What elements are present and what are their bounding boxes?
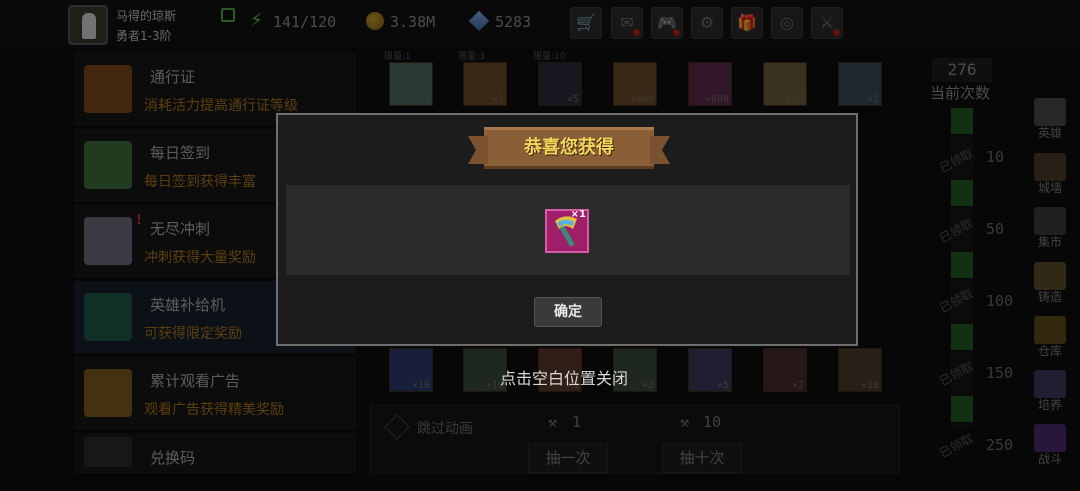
reward-strip: ×1	[286, 185, 850, 275]
dialog-title: 恭喜您获得	[524, 137, 614, 158]
reward-dialog: 恭喜您获得 ×1 确定	[276, 113, 858, 346]
close-hint: 点击空白位置关闭	[500, 369, 629, 388]
reward-item[interactable]: ×1	[545, 209, 589, 253]
reward-quantity: ×1	[570, 209, 586, 220]
confirm-button[interactable]: 确定	[534, 297, 602, 327]
title-banner: 恭喜您获得	[484, 127, 654, 169]
